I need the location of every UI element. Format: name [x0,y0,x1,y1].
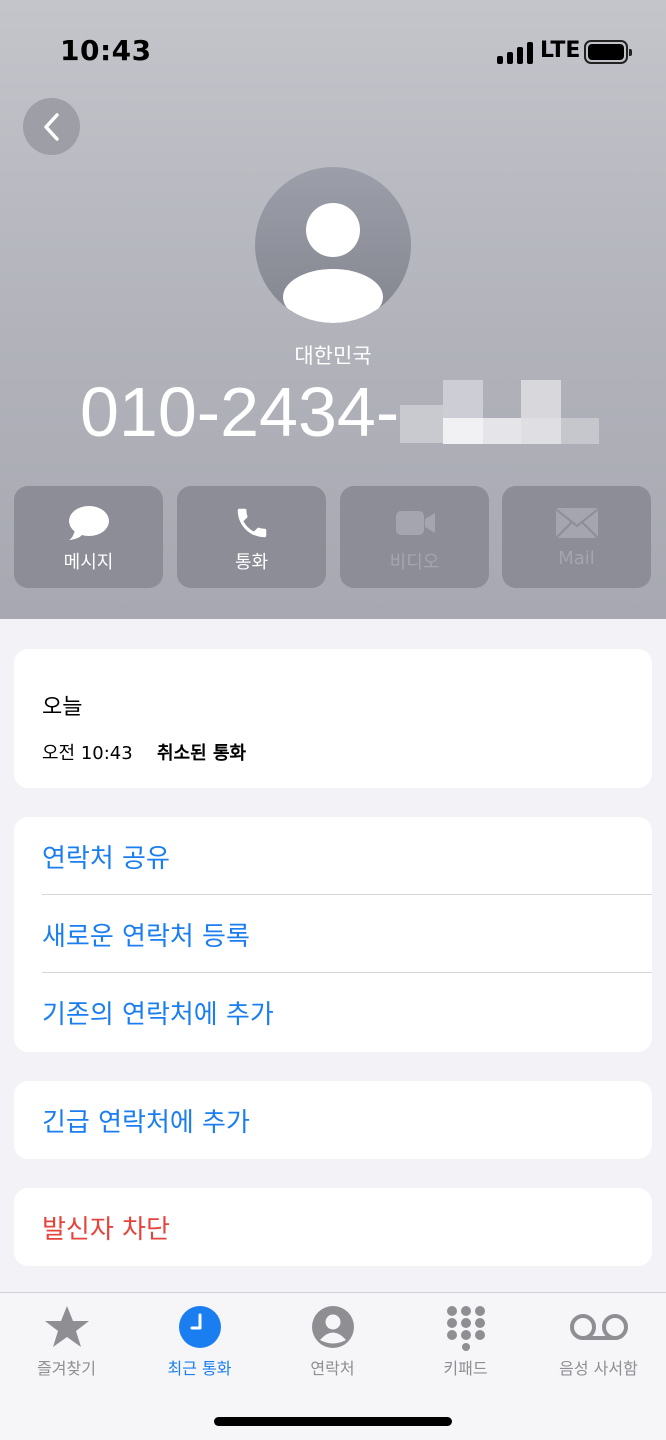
phone-number: 010-2434- [80,373,400,451]
message-button[interactable]: 메시지 [14,486,163,588]
status-time: 10:43 [60,34,152,67]
create-new-contact-button[interactable]: 새로운 연락처 등록 [42,895,652,973]
call-button[interactable]: 통화 [177,486,326,588]
tab-keypad-label: 키패드 [443,1359,488,1378]
tab-contacts-label: 연락처 [310,1359,355,1378]
contact-avatar [255,167,411,323]
quick-actions: 메시지 통화 비디오 Mail [0,486,666,588]
add-emergency-contact-button[interactable]: 긴급 연락처에 추가 [42,1081,652,1159]
mail-envelope-icon [555,508,598,538]
mail-button[interactable]: Mail [502,486,651,588]
tab-voicemail[interactable]: 음성 사서함 [532,1293,665,1393]
chevron-left-icon [43,112,59,141]
call-log-day: 오늘 [42,695,83,720]
message-bubble-icon [68,506,109,540]
keypad-icon [446,1306,485,1351]
call-log-card: 오늘 오전 10:43 취소된 통화 [14,649,652,788]
phone-icon [237,508,266,538]
star-icon [44,1306,89,1347]
add-to-existing-contact-button[interactable]: 기존의 연락처에 추가 [42,973,652,1051]
call-log-time: 오전 10:43 [42,743,133,764]
contact-header: 10:43 LTE 대한민국 010-2434- 메시지 통화 비디오 Mail [0,0,666,619]
tab-favorites[interactable]: 즐겨찾기 [0,1293,133,1393]
video-label: 비디오 [389,552,440,573]
block-caller-button[interactable]: 발신자 차단 [42,1188,652,1266]
network-type: LTE [540,38,581,63]
tab-contacts[interactable]: 연락처 [266,1293,399,1393]
message-label: 메시지 [63,552,114,573]
video-camera-icon [395,511,435,535]
cellular-signal-icon [497,40,535,64]
home-indicator[interactable] [214,1417,452,1426]
emergency-card: 긴급 연락처에 추가 [14,1081,652,1159]
person-silhouette-icon [283,203,383,323]
tab-keypad[interactable]: 키패드 [399,1293,532,1393]
call-log-status: 취소된 통화 [157,743,247,764]
battery-icon [584,40,632,64]
clock-icon [178,1306,221,1348]
status-bar: 10:43 LTE [0,0,666,100]
tab-recents[interactable]: 최근 통화 [133,1293,266,1393]
contact-options-card: 연락처 공유 새로운 연락처 등록 기존의 연락처에 추가 [14,817,652,1052]
back-button[interactable] [23,98,80,155]
video-button[interactable]: 비디오 [340,486,489,588]
tab-recents-label: 최근 통화 [167,1359,232,1378]
tab-favorites-label: 즐겨찾기 [37,1359,96,1378]
block-card: 발신자 차단 [14,1188,652,1266]
call-label: 통화 [234,552,269,573]
person-icon [311,1306,354,1348]
mail-label: Mail [558,548,595,569]
voicemail-icon [569,1314,628,1340]
share-contact-button[interactable]: 연락처 공유 [42,817,652,895]
tab-voicemail-label: 음성 사서함 [559,1359,638,1378]
phone-region-label: 대한민국 [294,344,372,368]
